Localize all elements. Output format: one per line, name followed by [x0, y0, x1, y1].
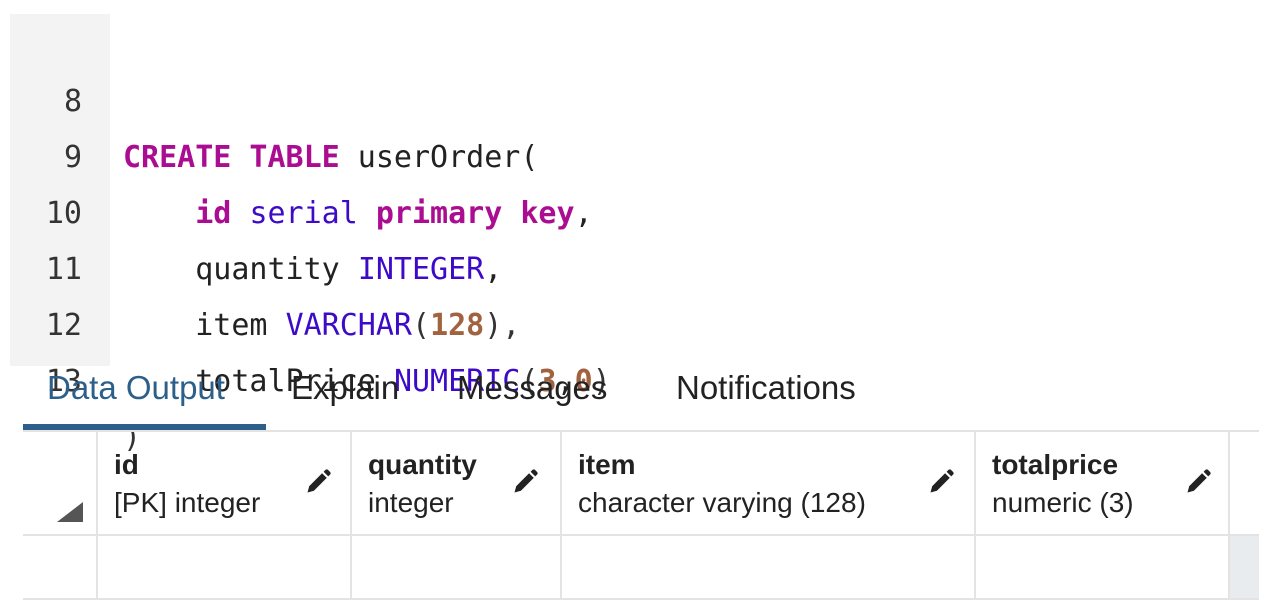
code-line[interactable]: 12 totalPrice NUMERIC(3,0) [0, 242, 1263, 399]
tab-label: Messages [457, 369, 608, 406]
pencil-icon[interactable] [1184, 468, 1212, 496]
column-type: [PK] integer [114, 487, 261, 518]
column-name: item [578, 449, 636, 480]
column-name: totalprice [992, 449, 1119, 480]
pencil-icon[interactable] [927, 468, 955, 496]
select-all-triangle-icon[interactable] [57, 502, 83, 522]
data-output-grid: id [PK] integer quantity integer item ch… [23, 430, 1259, 600]
tab-notifications[interactable]: Notifications [676, 366, 856, 428]
column-name: id [114, 449, 139, 480]
code-line[interactable]: 9 id serial primary key, [0, 74, 1263, 231]
column-header-totalprice[interactable]: totalprice numeric (3) [976, 432, 1230, 600]
tab-label: Data Output [47, 369, 225, 406]
column-type: integer [368, 487, 454, 518]
tab-explain[interactable]: Explain [291, 366, 399, 428]
pencil-icon[interactable] [511, 468, 539, 496]
tab-messages[interactable]: Messages [457, 366, 607, 428]
code-line[interactable]: 10 quantity INTEGER, [0, 130, 1263, 287]
column-header-id[interactable]: id [PK] integer [98, 432, 350, 600]
pencil-icon[interactable] [304, 468, 332, 496]
column-header-quantity[interactable]: quantity integer [352, 432, 560, 600]
tab-data-output[interactable]: Data Output [47, 366, 225, 428]
code-line[interactable]: 8 CREATE TABLE userOrder( [0, 18, 1263, 175]
column-header-item[interactable]: item character varying (128) [562, 432, 974, 600]
code-line[interactable]: 11 item VARCHAR(128), [0, 186, 1263, 343]
sql-editor[interactable]: 8 CREATE TABLE userOrder( 9 id serial pr… [0, 14, 1263, 455]
column-type: numeric (3) [992, 487, 1134, 518]
grid-scroll-area[interactable] [1230, 536, 1259, 598]
result-tabs: Data Output Explain Messages Notificatio… [23, 366, 1259, 430]
tab-label: Notifications [676, 369, 856, 406]
column-name: quantity [368, 449, 477, 480]
column-type: character varying (128) [578, 487, 866, 518]
tab-label: Explain [291, 369, 400, 406]
code-line[interactable]: 13 ) [0, 298, 1263, 455]
